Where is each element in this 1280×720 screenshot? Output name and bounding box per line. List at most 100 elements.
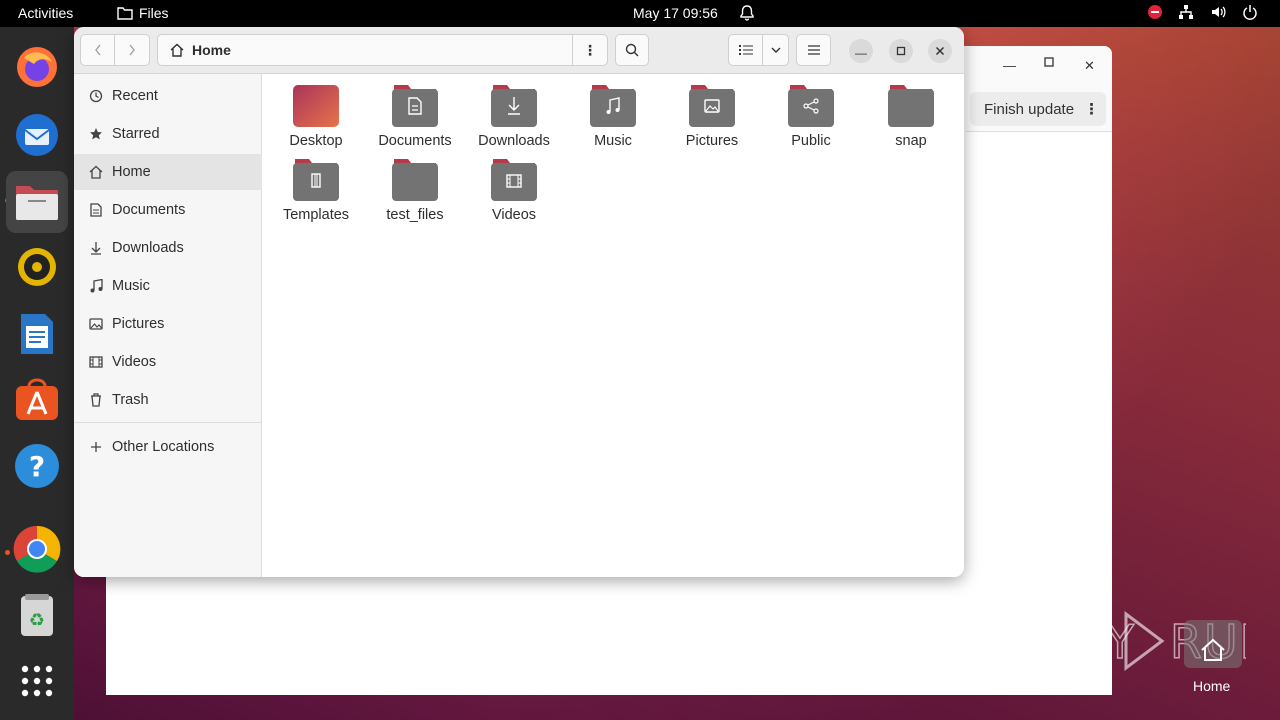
search-button[interactable] <box>615 34 649 66</box>
sidebar-divider <box>74 422 262 423</box>
document-icon <box>88 202 104 218</box>
folder-label: Documents <box>378 133 452 149</box>
sidebar-item-label: Documents <box>112 202 186 218</box>
maximize-button[interactable] <box>889 39 913 63</box>
header-bar: Home ⋮ — <box>74 27 964 74</box>
folder-downloads[interactable]: Downloads <box>469 83 559 153</box>
notification-bell-icon[interactable] <box>739 4 755 24</box>
folder-test-files[interactable]: test_files <box>370 157 460 227</box>
download-icon <box>88 240 104 256</box>
minimize-button[interactable]: — <box>849 39 873 63</box>
sidebar-item-label: Videos <box>112 354 157 370</box>
path-menu-button[interactable]: ⋮ <box>572 34 608 66</box>
desktop-home-icon[interactable] <box>1184 620 1242 668</box>
libreoffice-writer-icon[interactable] <box>13 310 61 358</box>
power-icon[interactable] <box>1242 4 1258 20</box>
app-grid-icon[interactable] <box>13 657 61 705</box>
downloads-folder-icon <box>491 83 537 127</box>
minimize-icon[interactable]: — <box>1003 58 1016 73</box>
main-menu-button[interactable] <box>796 34 831 66</box>
folder-icon <box>117 7 133 20</box>
folder-label: Desktop <box>289 133 343 149</box>
app-menu[interactable]: Files <box>117 5 169 21</box>
app-center-icon[interactable] <box>13 376 61 424</box>
finish-update-label: Finish update <box>984 100 1075 118</box>
folder-label: Videos <box>491 207 537 223</box>
folder-icon <box>392 157 438 201</box>
file-grid[interactable]: Desktop Documents Downloads Music Pictur… <box>263 74 964 577</box>
videos-folder-icon <box>491 157 537 201</box>
view-options-button[interactable] <box>763 34 789 66</box>
clock[interactable]: May 17 09:56 <box>633 5 718 21</box>
system-tray[interactable] <box>1148 4 1258 20</box>
trash-icon[interactable]: ♻ <box>13 591 61 639</box>
folder-snap[interactable]: snap <box>866 83 956 153</box>
clock-icon <box>88 88 104 104</box>
folder-label: Public <box>791 133 831 149</box>
folder-music[interactable]: Music <box>568 83 658 153</box>
star-icon <box>88 126 104 142</box>
chevron-right-icon <box>129 44 135 56</box>
sidebar-item-label: Trash <box>112 392 149 408</box>
back-button[interactable] <box>80 34 115 66</box>
finish-update-button[interactable]: Finish update ⋮ <box>970 92 1106 126</box>
search-icon <box>625 43 639 57</box>
minimize-icon: — <box>855 45 867 60</box>
sidebar-item-recent[interactable]: Recent <box>74 78 262 114</box>
sidebar-item-trash[interactable]: Trash <box>74 382 262 418</box>
volume-icon[interactable] <box>1210 4 1226 20</box>
music-folder-icon <box>590 83 636 127</box>
documents-folder-icon <box>392 83 438 127</box>
more-options-icon: ⋮ <box>583 41 597 58</box>
firefox-icon[interactable] <box>13 43 61 91</box>
picture-icon <box>88 316 104 332</box>
sidebar-item-music[interactable]: Music <box>74 268 262 304</box>
sidebar-item-home[interactable]: Home <box>74 154 262 190</box>
home-icon <box>88 164 104 180</box>
files-icon[interactable] <box>6 171 68 233</box>
sidebar-item-pictures[interactable]: Pictures <box>74 306 262 342</box>
rhythmbox-icon[interactable] <box>13 243 61 291</box>
thunderbird-icon[interactable] <box>13 111 61 159</box>
folder-label: snap <box>895 133 927 149</box>
forward-button[interactable] <box>115 34 150 66</box>
maximize-icon <box>896 46 906 56</box>
desktop-home-label: Home <box>1193 678 1231 694</box>
close-icon[interactable]: ✕ <box>1084 58 1095 74</box>
folder-icon <box>888 83 934 127</box>
folder-templates[interactable]: Templates <box>271 157 361 227</box>
app-name: Files <box>139 5 169 21</box>
more-options-icon: ⋮ <box>1084 101 1100 118</box>
sidebar-item-label: Recent <box>112 88 158 104</box>
list-view-button[interactable] <box>728 34 763 66</box>
sidebar-item-documents[interactable]: Documents <box>74 192 262 228</box>
svg-text:♻: ♻ <box>29 610 45 631</box>
network-icon[interactable] <box>1178 4 1194 20</box>
maximize-icon[interactable] <box>1043 56 1055 71</box>
path-label: Home <box>192 42 231 58</box>
desktop-folder-icon <box>293 83 339 127</box>
sidebar-item-label: Home <box>112 164 151 180</box>
sidebar-item-videos[interactable]: Videos <box>74 344 262 380</box>
sidebar-item-other-locations[interactable]: Other Locations <box>74 429 262 465</box>
close-button[interactable] <box>928 39 952 63</box>
folder-videos[interactable]: Videos <box>469 157 559 227</box>
chrome-icon[interactable] <box>13 525 61 573</box>
path-bar[interactable]: Home <box>157 34 607 66</box>
sidebar-item-downloads[interactable]: Downloads <box>74 230 262 266</box>
top-bar: Activities Files May 17 09:56 <box>0 0 1280 27</box>
public-folder-icon <box>788 83 834 127</box>
folder-pictures[interactable]: Pictures <box>667 83 757 153</box>
sidebar-item-starred[interactable]: Starred <box>74 116 262 152</box>
do-not-disturb-icon[interactable] <box>1148 5 1162 19</box>
folder-public[interactable]: Public <box>766 83 856 153</box>
sidebar: Recent Starred Home Documents Downloads … <box>74 74 262 577</box>
pictures-folder-icon <box>689 83 735 127</box>
help-icon[interactable]: ? <box>13 442 61 490</box>
activities-button[interactable]: Activities <box>18 5 73 21</box>
running-indicator <box>5 550 10 555</box>
files-window[interactable]: Home ⋮ — Recent Starred Home Documents D… <box>74 27 964 577</box>
folder-desktop[interactable]: Desktop <box>271 83 361 153</box>
list-view-icon <box>738 45 753 55</box>
folder-documents[interactable]: Documents <box>370 83 460 153</box>
